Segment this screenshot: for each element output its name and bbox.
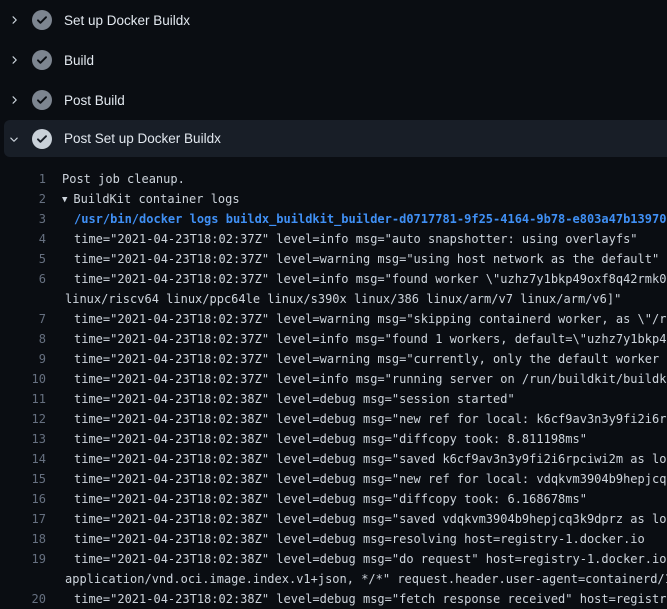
- chevron-right-icon: [8, 52, 20, 68]
- log-line: 3/usr/bin/docker logs buildx_buildkit_bu…: [0, 209, 667, 229]
- log-line: 7time="2021-04-23T18:02:37Z" level=warni…: [0, 309, 667, 329]
- line-number[interactable]: 13: [0, 429, 46, 449]
- line-number[interactable]: 1: [0, 169, 46, 189]
- line-number[interactable]: 18: [0, 529, 46, 549]
- log-text: application/vnd.oci.image.index.v1+json,…: [46, 569, 667, 589]
- log-line: 15time="2021-04-23T18:02:38Z" level=debu…: [0, 469, 667, 489]
- step-sections: Set up Docker Buildx Build Post Build Post …: [0, 0, 667, 157]
- check-circle-icon: [32, 129, 52, 149]
- log-line: 11time="2021-04-23T18:02:38Z" level=debu…: [0, 389, 667, 409]
- log-line: 14time="2021-04-23T18:02:38Z" level=debu…: [0, 449, 667, 469]
- log-line: 1Post job cleanup.: [0, 169, 667, 189]
- log-line: application/vnd.oci.image.index.v1+json,…: [0, 569, 667, 589]
- line-number[interactable]: 3: [0, 209, 46, 229]
- log-text: time="2021-04-23T18:02:38Z" level=debug …: [46, 489, 587, 509]
- line-number[interactable]: [0, 569, 46, 589]
- log-text: time="2021-04-23T18:02:37Z" level=info m…: [46, 269, 667, 289]
- section-title: Build: [64, 53, 94, 68]
- line-number[interactable]: 11: [0, 389, 46, 409]
- command-text: /usr/bin/docker logs buildx_buildkit_bui…: [46, 209, 666, 229]
- log-text: time="2021-04-23T18:02:38Z" level=debug …: [46, 509, 667, 529]
- log-line: 8time="2021-04-23T18:02:37Z" level=info …: [0, 329, 667, 349]
- log-text: time="2021-04-23T18:02:37Z" level=warnin…: [46, 249, 659, 269]
- line-number[interactable]: 19: [0, 549, 46, 569]
- log-console: 1Post job cleanup.2 ▼ BuildKit container l…: [0, 157, 667, 609]
- log-text: time="2021-04-23T18:02:38Z" level=debug …: [46, 449, 667, 469]
- log-text: time="2021-04-23T18:02:37Z" level=warnin…: [46, 309, 667, 329]
- chevron-down-icon: [8, 131, 20, 147]
- log-line: 17time="2021-04-23T18:02:38Z" level=debu…: [0, 509, 667, 529]
- line-number[interactable]: 17: [0, 509, 46, 529]
- log-line: 20time="2021-04-23T18:02:38Z" level=debu…: [0, 589, 667, 609]
- section-title: Set up Docker Buildx: [64, 13, 190, 28]
- line-number[interactable]: 4: [0, 229, 46, 249]
- log-line: 18time="2021-04-23T18:02:38Z" level=debu…: [0, 529, 667, 549]
- log-text: time="2021-04-23T18:02:37Z" level=info m…: [46, 369, 667, 389]
- log-line: 19time="2021-04-23T18:02:38Z" level=debu…: [0, 549, 667, 569]
- log-text: time="2021-04-23T18:02:38Z" level=debug …: [46, 469, 667, 489]
- log-line: 5time="2021-04-23T18:02:37Z" level=warni…: [0, 249, 667, 269]
- line-number[interactable]: 16: [0, 489, 46, 509]
- log-text: time="2021-04-23T18:02:38Z" level=debug …: [46, 389, 515, 409]
- line-number[interactable]: 14: [0, 449, 46, 469]
- line-number[interactable]: [0, 289, 46, 309]
- log-line: 2 ▼ BuildKit container logs: [0, 189, 667, 209]
- check-circle-icon: [32, 50, 52, 70]
- log-line: 13time="2021-04-23T18:02:38Z" level=debu…: [0, 429, 667, 449]
- log-line: 10time="2021-04-23T18:02:37Z" level=info…: [0, 369, 667, 389]
- log-text: time="2021-04-23T18:02:37Z" level=warnin…: [46, 349, 667, 369]
- section-header[interactable]: Build: [0, 40, 667, 80]
- section-header[interactable]: Post Set up Docker Buildx: [4, 120, 667, 157]
- line-number[interactable]: 10: [0, 369, 46, 389]
- log-line: 16time="2021-04-23T18:02:38Z" level=debu…: [0, 489, 667, 509]
- line-number[interactable]: 20: [0, 589, 46, 609]
- log-text: linux/riscv64 linux/ppc64le linux/s390x …: [46, 289, 621, 309]
- line-number[interactable]: 8: [0, 329, 46, 349]
- log-line: linux/riscv64 linux/ppc64le linux/s390x …: [0, 289, 667, 309]
- section-header[interactable]: Post Build: [0, 80, 667, 120]
- log-text: time="2021-04-23T18:02:37Z" level=info m…: [46, 229, 638, 249]
- check-circle-icon: [32, 10, 52, 30]
- log-text: time="2021-04-23T18:02:37Z" level=info m…: [46, 329, 667, 349]
- chevron-right-icon: [8, 12, 20, 28]
- line-number[interactable]: 7: [0, 309, 46, 329]
- chevron-right-icon: [8, 92, 20, 108]
- line-number[interactable]: 15: [0, 469, 46, 489]
- log-group-label: BuildKit container logs: [73, 192, 239, 206]
- line-number[interactable]: 2: [0, 189, 46, 209]
- log-line: 12time="2021-04-23T18:02:38Z" level=debu…: [0, 409, 667, 429]
- log-line: 6time="2021-04-23T18:02:37Z" level=info …: [0, 269, 667, 289]
- line-number[interactable]: 5: [0, 249, 46, 269]
- log-group-toggle[interactable]: ▼ BuildKit container logs: [46, 189, 240, 209]
- log-text: time="2021-04-23T18:02:38Z" level=debug …: [46, 549, 667, 569]
- log-text: time="2021-04-23T18:02:38Z" level=debug …: [46, 589, 667, 609]
- section-title: Post Build: [64, 93, 125, 108]
- group-caret-icon[interactable]: ▼: [62, 195, 67, 205]
- log-text: time="2021-04-23T18:02:38Z" level=debug …: [46, 409, 667, 429]
- section-title: Post Set up Docker Buildx: [64, 131, 221, 146]
- line-number[interactable]: 12: [0, 409, 46, 429]
- line-number[interactable]: 9: [0, 349, 46, 369]
- check-circle-icon: [32, 90, 52, 110]
- log-text: time="2021-04-23T18:02:38Z" level=debug …: [46, 529, 645, 549]
- line-number[interactable]: 6: [0, 269, 46, 289]
- log-text: time="2021-04-23T18:02:38Z" level=debug …: [46, 429, 587, 449]
- log-line: 4time="2021-04-23T18:02:37Z" level=info …: [0, 229, 667, 249]
- log-text: Post job cleanup.: [46, 169, 185, 189]
- section-header[interactable]: Set up Docker Buildx: [0, 0, 667, 40]
- log-line: 9time="2021-04-23T18:02:37Z" level=warni…: [0, 349, 667, 369]
